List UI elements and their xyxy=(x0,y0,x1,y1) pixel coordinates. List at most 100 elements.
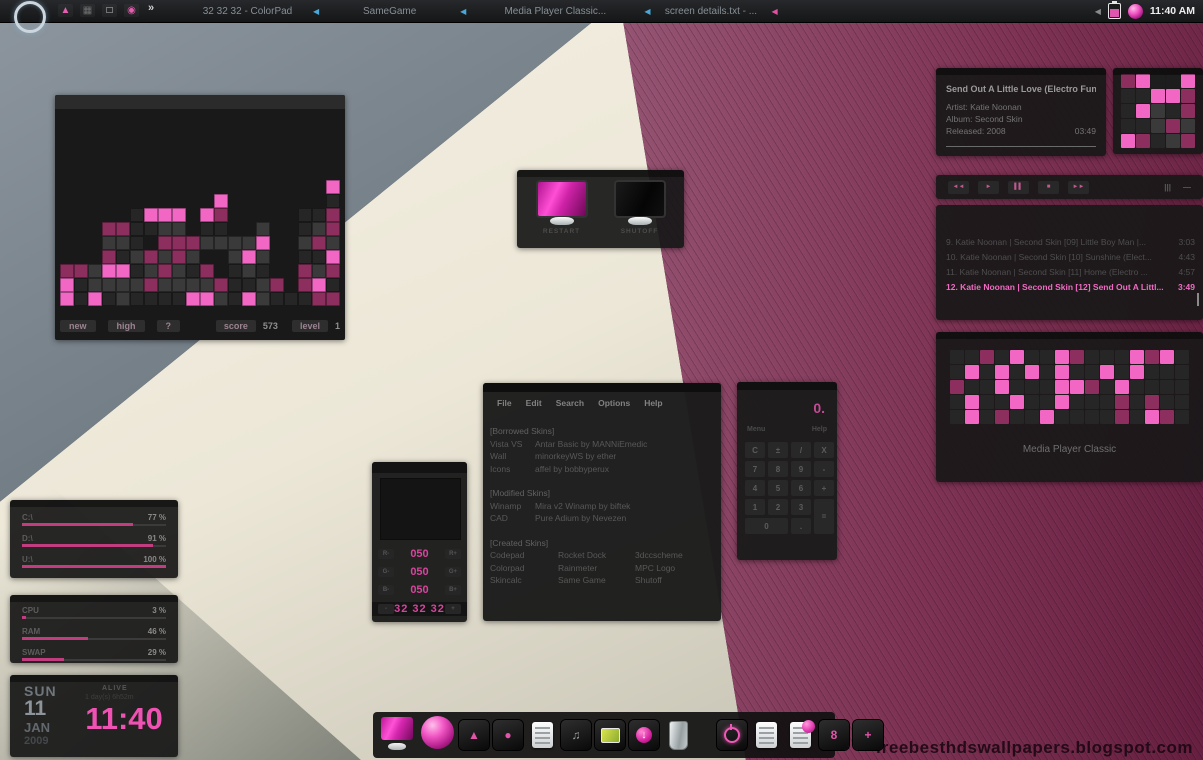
samegame-tile[interactable] xyxy=(242,180,256,194)
colorpad-app-icon[interactable]: ▲ xyxy=(58,4,73,17)
samegame-tile[interactable] xyxy=(200,236,214,250)
dock-icon-documents[interactable] xyxy=(527,720,557,750)
samegame-tile[interactable] xyxy=(200,278,214,292)
samegame-tile[interactable] xyxy=(228,264,242,278)
taskbar-window-title[interactable]: screen details.txt - ... xyxy=(653,6,768,17)
samegame-tile[interactable] xyxy=(88,208,102,222)
samegame-tile[interactable] xyxy=(102,180,116,194)
samegame-tile[interactable] xyxy=(284,292,298,306)
calc-key-+[interactable]: + xyxy=(814,480,834,496)
samegame-tile[interactable] xyxy=(116,180,130,194)
colorpad-titlebar[interactable] xyxy=(372,462,467,473)
samegame-tile[interactable] xyxy=(116,292,130,306)
playlist-scrollbar[interactable] xyxy=(1197,293,1199,306)
calc-key-6[interactable]: 6 xyxy=(791,480,811,496)
samegame-tile[interactable] xyxy=(312,194,326,208)
samegame-tile[interactable] xyxy=(60,236,74,250)
samegame-tile[interactable] xyxy=(298,264,312,278)
samegame-tile[interactable] xyxy=(158,250,172,264)
samegame-tile[interactable] xyxy=(130,278,144,292)
calculator-titlebar[interactable] xyxy=(737,382,837,390)
samegame-tile[interactable] xyxy=(242,250,256,264)
samegame-tile[interactable] xyxy=(158,236,172,250)
dock-icon-users-folder[interactable]: ▲ xyxy=(459,720,489,750)
playlist-row[interactable]: 11. Katie Noonan | Second Skin [11] Home… xyxy=(946,265,1195,280)
battery-icon[interactable] xyxy=(1108,3,1121,19)
samegame-tile[interactable] xyxy=(228,292,242,306)
samegame-tile[interactable] xyxy=(60,222,74,236)
samegame-tile[interactable] xyxy=(158,222,172,236)
window-switch-arrow-icon[interactable]: ◀ xyxy=(460,7,466,16)
samegame-tile[interactable] xyxy=(102,236,116,250)
new-game-button[interactable]: new xyxy=(60,320,96,332)
samegame-tile[interactable] xyxy=(298,222,312,236)
samegame-tile[interactable] xyxy=(270,208,284,222)
samegame-tile[interactable] xyxy=(284,208,298,222)
samegame-tile[interactable] xyxy=(200,264,214,278)
samegame-tile[interactable] xyxy=(200,222,214,236)
samegame-tile[interactable] xyxy=(312,222,326,236)
dock-icon-add-item[interactable]: + xyxy=(853,720,883,750)
samegame-tile[interactable] xyxy=(186,264,200,278)
clock-text[interactable]: 11:40 AM xyxy=(1150,5,1195,17)
samegame-tile[interactable] xyxy=(102,264,116,278)
samegame-tile[interactable] xyxy=(214,292,228,306)
calc-key-9[interactable]: 9 xyxy=(791,461,811,477)
samegame-tile[interactable] xyxy=(326,250,340,264)
calculator-menu-button[interactable]: Menu xyxy=(747,426,765,433)
samegame-tile[interactable] xyxy=(326,236,340,250)
samegame-tile[interactable] xyxy=(172,208,186,222)
samegame-tile[interactable] xyxy=(172,278,186,292)
samegame-tile[interactable] xyxy=(116,250,130,264)
samegame-tile[interactable] xyxy=(88,250,102,264)
samegame-tile[interactable] xyxy=(242,278,256,292)
dock-icon-notes[interactable] xyxy=(751,720,781,750)
samegame-tile[interactable] xyxy=(186,208,200,222)
calc-key--[interactable]: - xyxy=(814,461,834,477)
samegame-tile[interactable] xyxy=(242,194,256,208)
samegame-tile[interactable] xyxy=(144,180,158,194)
samegame-tile[interactable] xyxy=(144,278,158,292)
samegame-tile[interactable] xyxy=(172,264,186,278)
high-scores-button[interactable]: high xyxy=(108,320,145,332)
menu-item-search[interactable]: Search xyxy=(556,398,584,408)
decrement-all-button[interactable]: - xyxy=(378,604,394,614)
samegame-tile[interactable] xyxy=(256,180,270,194)
samegame-tile[interactable] xyxy=(298,278,312,292)
samegame-tile[interactable] xyxy=(242,208,256,222)
tray-orb-icon[interactable] xyxy=(1128,4,1143,19)
samegame-tile[interactable] xyxy=(60,264,74,278)
samegame-tile[interactable] xyxy=(298,180,312,194)
samegame-tile[interactable] xyxy=(172,292,186,306)
samegame-tile[interactable] xyxy=(242,236,256,250)
calc-key-8[interactable]: 8 xyxy=(768,461,788,477)
samegame-tile[interactable] xyxy=(186,278,200,292)
samegame-tile[interactable] xyxy=(172,236,186,250)
samegame-tile[interactable] xyxy=(102,250,116,264)
playlist-row[interactable]: 9. Katie Noonan | Second Skin [09] Littl… xyxy=(946,235,1195,250)
samegame-tile[interactable] xyxy=(172,194,186,208)
samegame-tile[interactable] xyxy=(312,180,326,194)
samegame-tile[interactable] xyxy=(284,278,298,292)
samegame-tile[interactable] xyxy=(60,180,74,194)
tray-expand-icon[interactable]: ◀ xyxy=(1095,7,1101,16)
samegame-tile[interactable] xyxy=(88,292,102,306)
samegame-tile[interactable] xyxy=(214,222,228,236)
samegame-tile[interactable] xyxy=(116,222,130,236)
samegame-tile[interactable] xyxy=(298,194,312,208)
dock-icon-browser-orb[interactable] xyxy=(419,715,455,751)
calculator-help-button[interactable]: Help xyxy=(812,426,827,433)
menu-item-edit[interactable]: Edit xyxy=(526,398,542,408)
samegame-tile[interactable] xyxy=(88,264,102,278)
samegame-tile[interactable] xyxy=(242,292,256,306)
samegame-tile[interactable] xyxy=(214,236,228,250)
samegame-tile[interactable] xyxy=(74,278,88,292)
samegame-tile[interactable] xyxy=(74,208,88,222)
samegame-tile[interactable] xyxy=(270,264,284,278)
samegame-tile[interactable] xyxy=(214,278,228,292)
dock-icon-messenger[interactable] xyxy=(785,720,815,750)
samegame-tile[interactable] xyxy=(186,180,200,194)
samegame-tile[interactable] xyxy=(60,292,74,306)
samegame-tile[interactable] xyxy=(284,222,298,236)
stop-button[interactable]: ■ xyxy=(1038,181,1059,194)
